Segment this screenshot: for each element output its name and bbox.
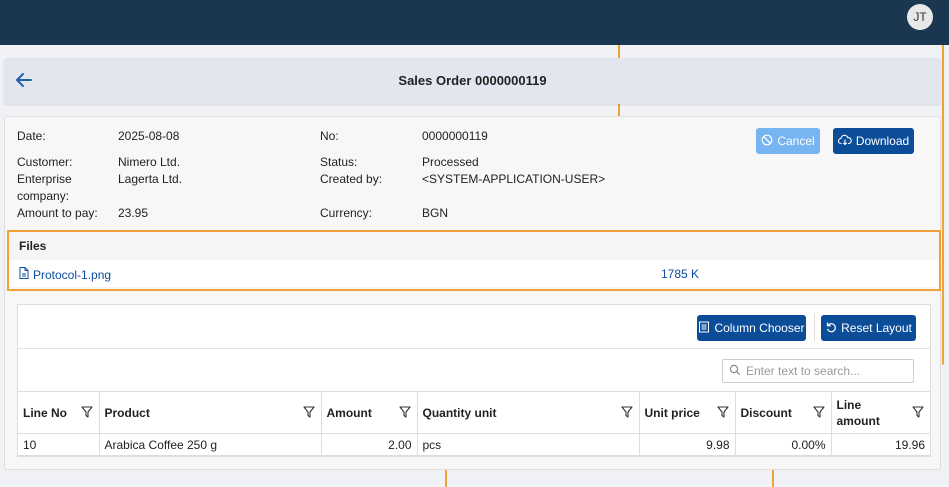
enterprise-value: Lagerta Ltd. [118,172,183,186]
column-header-amount[interactable]: Amount [321,391,418,434]
guide-line [942,45,944,365]
currency-value: BGN [422,206,449,220]
filter-icon[interactable] [812,405,825,419]
undo-icon [825,321,837,336]
column-chooser-label: Column Chooser [714,321,805,335]
amount-label: Amount to pay: [17,206,98,220]
file-name: Protocol-1.png [33,267,112,282]
currency-label: Currency: [320,206,373,220]
files-title: Files [19,239,47,253]
created-by-label: Created by: [320,172,383,186]
filter-icon[interactable] [302,405,315,419]
cell-amount: 2.00 [321,433,418,456]
reset-layout-label: Reset Layout [841,321,912,335]
grid-search-box[interactable] [722,359,914,383]
column-chooser-button[interactable]: Column Chooser [697,315,806,341]
order-details-card: Date: 2025-08-08 Customer: Nimero Ltd. E… [4,116,941,470]
filter-icon[interactable] [620,405,633,419]
download-button-label: Download [855,134,910,148]
cell-quantity-unit: pcs [417,433,640,456]
amount-value: 23.95 [118,206,149,220]
date-label: Date: [17,129,46,143]
page-title: Sales Order 0000000119 [398,73,547,88]
order-lines-table: Line No Product Amount Quantity unit Uni… [18,391,930,456]
reset-layout-button[interactable]: Reset Layout [821,315,916,341]
filter-icon[interactable] [398,405,411,419]
column-header-line-no[interactable]: Line No [18,391,100,434]
column-header-product[interactable]: Product [99,391,322,434]
user-avatar[interactable]: JT [907,4,933,30]
cell-discount: 0.00% [735,433,832,456]
column-header-line-amount[interactable]: Line amount [831,391,930,434]
cell-line-amount: 19.96 [831,433,930,456]
column-header-discount[interactable]: Discount [735,391,832,434]
file-row: Protocol-1.png 1785 K [9,260,939,287]
toolbar-separator [814,313,815,341]
created-by-value: <SYSTEM-APPLICATION-USER> [422,172,606,186]
customer-label: Customer: [17,155,73,169]
files-section: Files Protocol-1.png 1785 K [7,230,941,291]
date-value: 2025-08-08 [118,129,180,143]
cloud-download-icon [837,134,852,149]
order-lines-grid: Column Chooser Reset Layout Line N [17,304,931,457]
file-icon [19,267,29,282]
enterprise-label-cont: company: [17,189,70,203]
file-link[interactable]: Protocol-1.png [19,267,111,282]
cancel-circle-icon [761,134,773,149]
status-label: Status: [320,155,358,169]
file-size: 1785 K [661,267,700,281]
status-value: Processed [422,155,479,169]
customer-value: Nimero Ltd. [118,155,181,169]
filter-icon[interactable] [716,405,729,419]
filter-icon[interactable] [80,405,93,419]
column-header-quantity-unit[interactable]: Quantity unit [417,391,640,434]
enterprise-label: Enterprise [17,172,72,186]
cell-unit-price: 9.98 [639,433,736,456]
no-label: No: [320,129,339,143]
table-row[interactable]: 10 Arabica Coffee 250 g 2.00 pcs 9.98 0.… [18,433,930,456]
cancel-button-label: Cancel [777,134,815,148]
search-icon [729,364,741,379]
cancel-button[interactable]: Cancel [756,128,820,154]
column-header-unit-price[interactable]: Unit price [639,391,736,434]
table-header-row: Line No Product Amount Quantity unit Uni… [18,391,930,434]
cell-line-no: 10 [18,433,100,456]
no-value: 0000000119 [422,129,488,143]
filter-icon[interactable] [912,405,924,419]
grid-toolbar: Column Chooser Reset Layout [18,305,930,349]
download-button[interactable]: Download [833,128,914,154]
page-header: Sales Order 0000000119 [4,58,941,104]
top-app-bar: JT [0,0,949,45]
grid-search-input[interactable] [746,364,906,378]
column-chooser-icon [698,321,710,336]
cell-product: Arabica Coffee 250 g [99,433,322,456]
